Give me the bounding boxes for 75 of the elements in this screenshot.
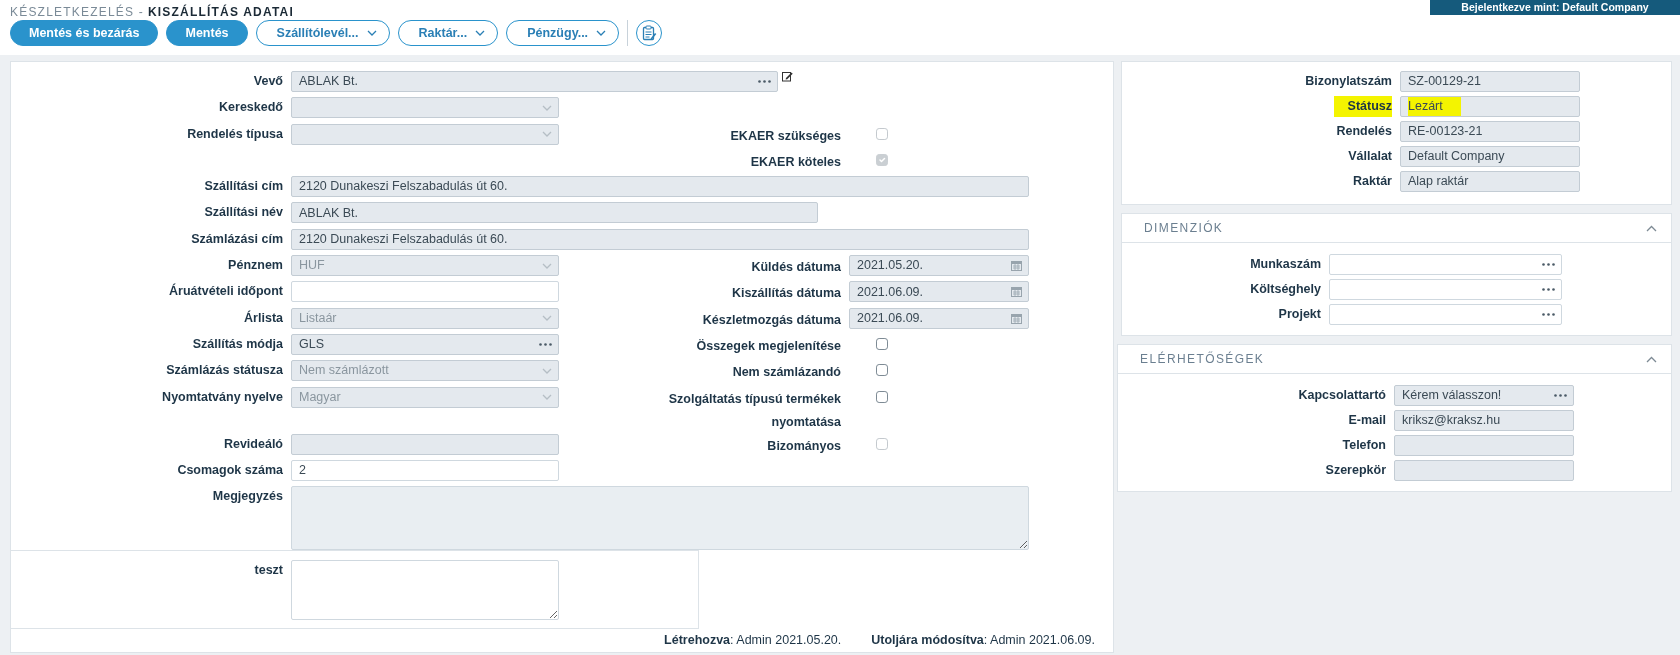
field-label: Szállítási név — [203, 204, 283, 222]
caret-icon — [542, 394, 552, 401]
section-title: ELÉRHETŐSÉGEK — [1140, 350, 1265, 368]
lookup-field[interactable] — [1329, 304, 1562, 325]
field-label: Rendelés — [1335, 123, 1392, 140]
field-label: Kapcsolattartó — [1297, 387, 1386, 404]
field-label: Nem számlázandó — [732, 364, 841, 382]
field-label: Raktár — [1352, 173, 1392, 190]
clipboard-icon — [641, 25, 658, 41]
audit-text: Létrehozva: Admin 2021.05.20. — [664, 632, 842, 650]
caret-icon — [596, 30, 607, 36]
field-label: Vevő — [252, 73, 283, 90]
field-label: Nyomtatvány nyelve — [161, 388, 283, 406]
field-label: Összegek megjelenítése — [696, 337, 841, 355]
field-label: Áruátvételi időpont — [168, 282, 283, 301]
field-label: Szállítási cím — [203, 178, 283, 196]
field-label: Rendelés típusa — [186, 125, 283, 143]
field-label: teszt — [253, 562, 283, 580]
caret-icon — [542, 315, 552, 322]
checkbox[interactable] — [876, 337, 888, 350]
textarea[interactable] — [291, 560, 559, 621]
calendar-icon — [1011, 260, 1022, 272]
field-label: EKAER szükséges — [730, 127, 841, 145]
field-label: Szállítás módja — [191, 335, 283, 353]
field-label: Szerepkör — [1324, 462, 1386, 479]
dropdown-button[interactable]: Szállítólevél... — [255, 20, 390, 46]
chevron-icon[interactable] — [1646, 355, 1657, 363]
checkbox[interactable] — [876, 364, 888, 377]
caret-icon — [542, 367, 552, 374]
field-label: Bizományos — [767, 437, 841, 455]
text-field[interactable] — [291, 281, 559, 303]
field-label: Megjegyzés — [211, 488, 283, 506]
calendar-icon — [1011, 286, 1022, 298]
field-label: Költséghely — [1249, 281, 1321, 298]
field-label: Küldés dátuma — [751, 259, 841, 277]
checkbox[interactable] — [876, 390, 888, 403]
field-label: Kereskedő — [218, 99, 283, 117]
ellipsis-icon[interactable] — [1542, 263, 1555, 266]
field-label: Készletmozgás dátuma — [702, 311, 841, 329]
field-label: Számlázási cím — [190, 230, 283, 248]
caret-icon — [542, 131, 552, 138]
caret-icon — [542, 104, 552, 111]
lookup-field[interactable] — [1329, 279, 1562, 300]
breadcrumb-section[interactable]: KÉSZLETKEZELÉS - — [10, 5, 144, 19]
ellipsis-icon[interactable] — [1542, 288, 1555, 291]
user-banner: Bejelentkezve mint: Default Company — [1430, 0, 1680, 15]
dropdown-button[interactable]: Raktár... — [397, 20, 499, 46]
field-label: Projekt — [1277, 306, 1321, 323]
field-label: Vállalat — [1347, 148, 1392, 165]
dropdown-button[interactable]: Pénzügy... — [506, 20, 620, 46]
field-label: Szolgáltatás típusú termékek nyomtatása — [667, 390, 841, 431]
clipboard-button[interactable] — [636, 20, 663, 46]
field-label: Csomagok száma — [176, 461, 283, 479]
field-label: Munkaszám — [1249, 256, 1321, 273]
field-label: Státusz — [1333, 96, 1392, 117]
field-label: Számlázás státusza — [165, 362, 283, 380]
ellipsis-icon[interactable] — [1542, 313, 1555, 316]
calendar-icon — [1011, 312, 1022, 324]
field-label: Kiszállítás dátuma — [731, 285, 841, 303]
lookup-field[interactable] — [1329, 254, 1562, 275]
field-label: Árlista — [243, 309, 283, 327]
section-title: DIMENZIÓK — [1144, 219, 1224, 237]
text-field[interactable]: 2 — [291, 459, 559, 481]
field-label: EKAER köteles — [750, 153, 841, 171]
audit-text: Utoljára módosítva: Admin 2021.06.09. — [871, 632, 1095, 650]
caret-icon — [542, 262, 552, 269]
caret-icon — [475, 30, 486, 36]
field-label: E-mail — [1347, 412, 1386, 429]
caret-icon — [366, 30, 377, 36]
field-label: Bizonylatszám — [1304, 73, 1392, 90]
chevron-icon[interactable] — [1646, 224, 1657, 232]
field-label: Revideáló — [222, 435, 283, 453]
page-title: KISZÁLLÍTÁS ADATAI — [147, 5, 294, 19]
field-label: Telefon — [1341, 437, 1386, 454]
field-label: Pénznem — [227, 257, 283, 275]
